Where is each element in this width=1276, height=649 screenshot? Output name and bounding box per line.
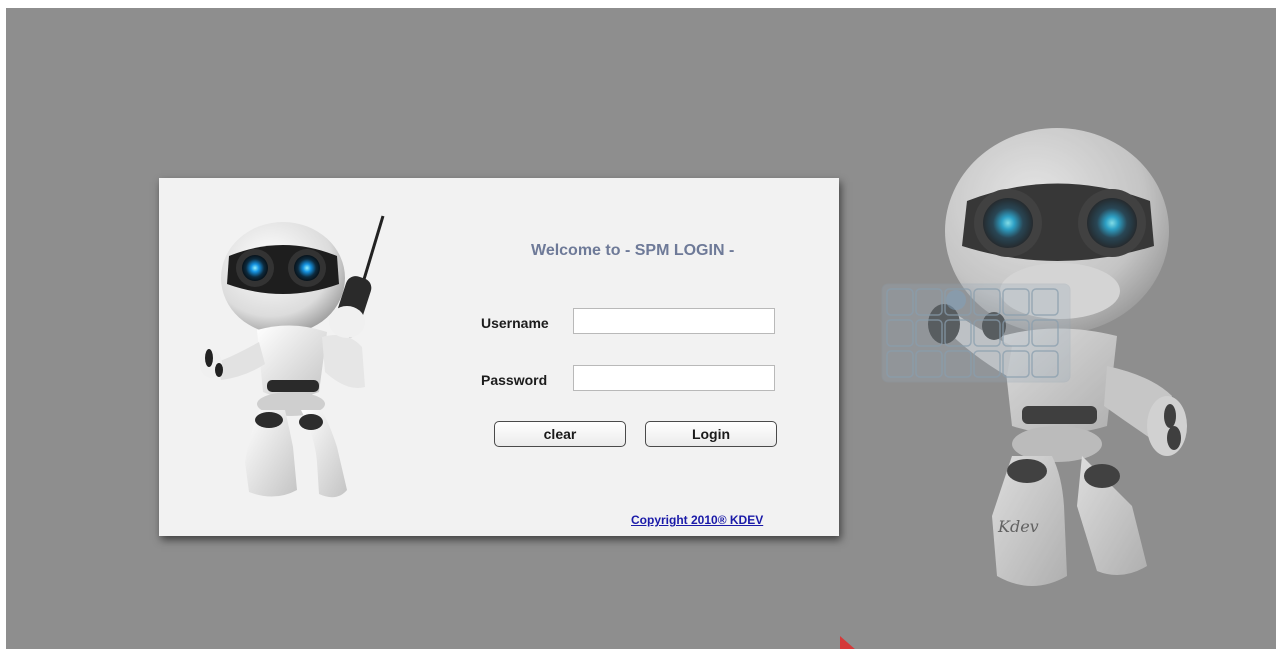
password-input[interactable] (573, 365, 775, 391)
page-background: Kdev Welcome to - SPM LOGIN - Username P… (6, 8, 1276, 649)
password-label: Password (481, 372, 548, 388)
username-input[interactable] (573, 308, 775, 334)
welcome-title: Welcome to - SPM LOGIN - (531, 242, 735, 259)
robot-with-phone-icon (200, 215, 385, 498)
login-panel: Welcome to - SPM LOGIN - Username Passwo… (159, 178, 839, 536)
robot-brand: Kdev (997, 517, 1039, 536)
mouse-cursor-icon (840, 636, 855, 649)
robot-touchscreen-icon: Kdev (881, 128, 1187, 586)
clear-button[interactable]: clear (494, 421, 626, 447)
login-button[interactable]: Login (645, 421, 777, 447)
username-label: Username (481, 315, 549, 331)
copyright-link[interactable]: Copyright 2010® KDEV (631, 513, 763, 527)
